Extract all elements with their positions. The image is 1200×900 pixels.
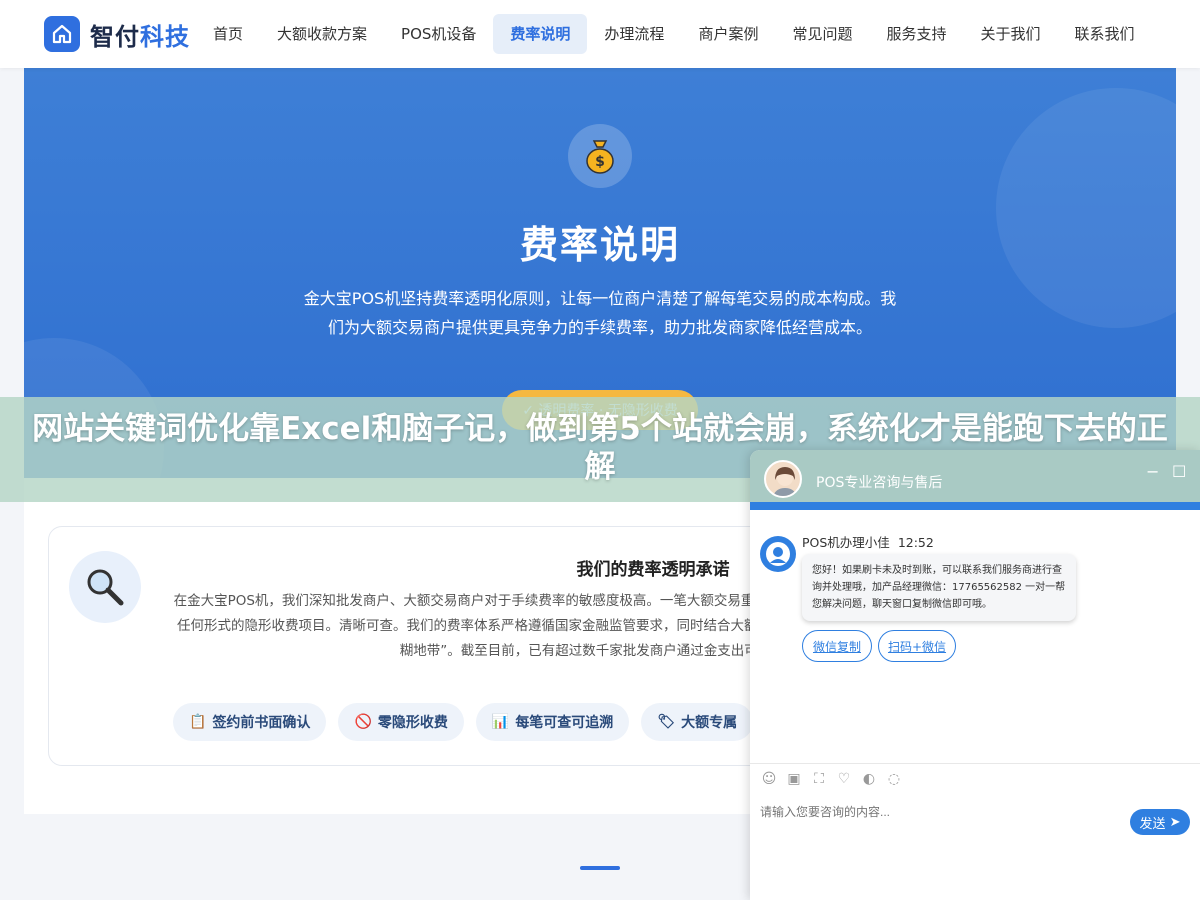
chat-input[interactable] bbox=[760, 800, 1120, 824]
message-time: 12:52 bbox=[897, 535, 934, 550]
nav-item-home[interactable]: 首页 bbox=[196, 14, 260, 54]
magnifier-icon bbox=[69, 551, 141, 623]
logo-text-prefix: 智付 bbox=[90, 22, 140, 51]
hero-description: 金大宝POS机坚持费率透明化原则，让每一位商户清楚了解每笔交易的成本构成。我们为… bbox=[303, 289, 897, 337]
svg-text:$: $ bbox=[595, 154, 605, 170]
nav-item-pos-devices[interactable]: POS机设备 bbox=[384, 14, 493, 54]
home-logo-icon bbox=[44, 16, 80, 52]
send-arrow-icon: ➤ bbox=[1169, 814, 1181, 830]
logo-text: 智付科技 bbox=[90, 17, 190, 52]
chat-widget: POS专业咨询与售后 − ☐ POS机办理小佳 12:52 您好！如果刷卡未及时到… bbox=[750, 450, 1200, 900]
clipboard-icon: 📋 bbox=[189, 714, 207, 730]
agent-avatar bbox=[760, 536, 796, 572]
nav-item-contact[interactable]: 联系我们 bbox=[1058, 14, 1152, 54]
agent-name: POS机办理小佳 bbox=[802, 535, 890, 550]
tag-label: 大额专属 bbox=[681, 715, 738, 731]
agent-message: 您好！如果刷卡未及时到账，可以联系我们服务商进行查询并处理哦，加产品经理微信：1… bbox=[802, 554, 1076, 621]
agent-meta: POS机办理小佳 12:52 bbox=[802, 532, 934, 551]
nav-item-support[interactable]: 服务支持 bbox=[869, 14, 963, 54]
emoji-icon[interactable]: ☺ bbox=[760, 770, 778, 788]
chat-divider bbox=[750, 763, 1200, 764]
nav-menu: 首页 大额收款方案 POS机设备 费率说明 办理流程 商户案例 常见问题 服务支… bbox=[196, 14, 1152, 54]
minimize-icon[interactable]: − bbox=[1146, 462, 1159, 481]
chat-header-accent bbox=[750, 502, 1200, 510]
nav-item-process[interactable]: 办理流程 bbox=[587, 14, 681, 54]
image-icon[interactable]: ▣ bbox=[785, 770, 803, 788]
page-title: 费率说明 bbox=[519, 223, 680, 267]
slide-indicator[interactable] bbox=[580, 866, 620, 870]
wechat-icon[interactable]: ◌ bbox=[885, 770, 903, 788]
maximize-icon[interactable]: ☐ bbox=[1172, 462, 1186, 481]
nav-item-about[interactable]: 关于我们 bbox=[963, 14, 1057, 54]
nav-item-cases[interactable]: 商户案例 bbox=[681, 14, 775, 54]
prohibited-icon: 🚫 bbox=[354, 714, 372, 730]
send-button[interactable]: 发送 ➤ bbox=[1130, 809, 1190, 835]
evaluate-icon[interactable]: ♡ bbox=[835, 770, 853, 788]
logo[interactable]: 智付科技 bbox=[44, 16, 190, 52]
feature-tags: 📋 签约前书面确认 🚫 零隐形收费 📊 每笔可查可追溯 🏷 大额专属 bbox=[173, 703, 765, 741]
decor-circle bbox=[996, 88, 1176, 328]
nav-item-faq[interactable]: 常见问题 bbox=[775, 14, 869, 54]
tag-large-exclusive: 🏷 大额专属 bbox=[641, 703, 754, 741]
voice-icon[interactable]: ◐ bbox=[860, 770, 878, 788]
nav-item-large-payment[interactable]: 大额收款方案 bbox=[260, 14, 384, 54]
tag-label: 每笔可查可追溯 bbox=[515, 715, 614, 731]
label-tag-icon: 🏷 bbox=[657, 714, 676, 730]
nav-item-rates[interactable]: 费率说明 bbox=[493, 14, 588, 54]
chat-avatar bbox=[764, 460, 802, 498]
top-nav: 智付科技 首页 大额收款方案 POS机设备 费率说明 办理流程 商户案例 常见问… bbox=[0, 0, 1200, 68]
tag-traceable: 📊 每笔可查可追溯 bbox=[475, 703, 630, 741]
chat-title: POS专业咨询与售后 bbox=[816, 475, 943, 491]
tag-label: 零隐形收费 bbox=[377, 715, 448, 731]
scan-wechat-button[interactable]: 扫码+微信 bbox=[878, 630, 956, 662]
send-label: 发送 bbox=[1139, 816, 1166, 832]
money-bag-icon: $ bbox=[568, 124, 632, 188]
screenshot-icon[interactable]: ⛶ bbox=[810, 770, 828, 788]
tag-written-confirm: 📋 签约前书面确认 bbox=[173, 703, 327, 741]
tag-label: 签约前书面确认 bbox=[212, 715, 311, 731]
chat-toolbar: ☺ ▣ ⛶ ♡ ◐ ◌ bbox=[760, 770, 910, 788]
logo-text-highlight: 科技 bbox=[140, 22, 190, 51]
copy-wechat-button[interactable]: 微信复制 bbox=[802, 630, 872, 662]
bar-chart-icon: 📊 bbox=[491, 714, 510, 730]
tag-no-hidden-fee: 🚫 零隐形收费 bbox=[338, 703, 464, 741]
